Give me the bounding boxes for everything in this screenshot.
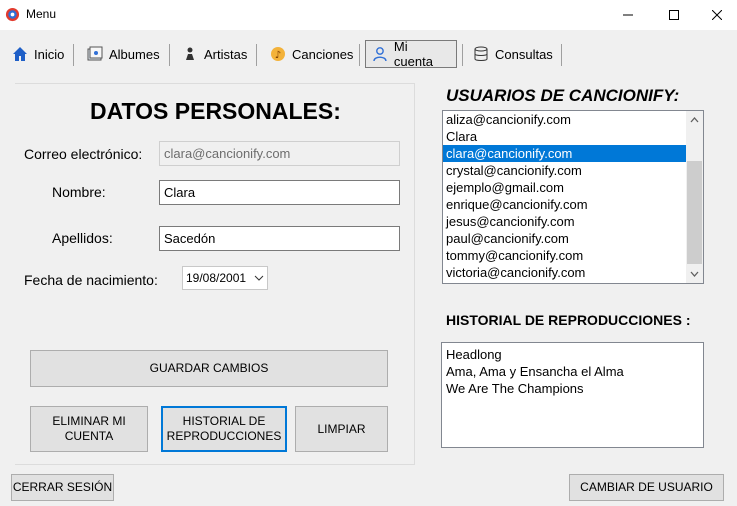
user-icon	[373, 47, 387, 62]
app-logo-icon	[5, 7, 20, 22]
list-item[interactable]: clara@cancionify.com	[443, 145, 703, 162]
list-item[interactable]: Headlong	[446, 346, 699, 363]
toolbar-divider	[73, 44, 74, 66]
surname-field[interactable]: Sacedón	[159, 226, 400, 251]
name-label: Nombre:	[52, 184, 106, 200]
close-icon	[712, 10, 722, 20]
logout-button[interactable]: CERRAR SESIÓN	[11, 474, 114, 501]
list-item[interactable]: Clara	[443, 128, 703, 145]
save-changes-label: GUARDAR CAMBIOS	[149, 361, 269, 375]
surname-label: Apellidos:	[52, 230, 113, 246]
delete-account-label-line2: CUENTA	[64, 429, 114, 443]
song-icon: ♪	[271, 47, 285, 61]
tab-canciones[interactable]: ♪ Canciones	[270, 40, 353, 68]
list-item[interactable]: tommy@cancionify.com	[443, 247, 703, 264]
minimize-icon	[623, 14, 633, 16]
history-list: Headlong Ama, Ama y Ensancha el Alma We Ar…	[446, 346, 699, 397]
history-listbox[interactable]: Headlong Ama, Ama y Ensancha el Alma We Ar…	[441, 342, 704, 448]
logout-label: CERRAR SESIÓN	[12, 480, 113, 494]
list-item[interactable]: paul@cancionify.com	[443, 230, 703, 247]
svg-text:♪: ♪	[275, 50, 281, 61]
list-item[interactable]: crystal@cancionify.com	[443, 162, 703, 179]
maximize-icon	[669, 10, 679, 20]
list-item[interactable]: jesus@cancionify.com	[443, 213, 703, 230]
list-item[interactable]: Ama, Ama y Ensancha el Alma	[446, 363, 699, 380]
tab-label: Albumes	[109, 46, 160, 62]
playback-history-button[interactable]: HISTORIAL DE REPRODUCCIONES	[161, 406, 287, 452]
maximize-button[interactable]	[651, 0, 697, 30]
tab-label: Consultas	[495, 46, 553, 62]
personal-data-heading: DATOS PERSONALES:	[90, 98, 341, 124]
home-icon	[13, 47, 27, 61]
birthdate-picker[interactable]: 19/08/2001	[182, 266, 268, 290]
minimize-button[interactable]	[605, 0, 651, 30]
users-listbox[interactable]: aliza@cancionify.com Clara clara@cancionif…	[442, 110, 704, 284]
tab-inicio[interactable]: Inicio	[12, 40, 64, 68]
delete-account-button[interactable]: ELIMINAR MI CUENTA	[30, 406, 148, 452]
album-icon	[87, 46, 103, 61]
users-list: aliza@cancionify.com Clara clara@cancionif…	[443, 111, 703, 281]
tab-mi-cuenta[interactable]: Mi cuenta	[365, 39, 457, 69]
toolbar: Inicio Albumes Artistas ♪ Canciones Mi c…	[0, 38, 737, 70]
switch-user-button[interactable]: CAMBIAR DE USUARIO	[569, 474, 724, 501]
delete-account-label-line1: ELIMINAR MI	[52, 414, 126, 428]
list-item[interactable]: enrique@cancionify.com	[443, 196, 703, 213]
toolbar-divider	[561, 44, 562, 66]
artist-icon	[186, 47, 194, 60]
scroll-up-icon[interactable]	[686, 113, 703, 127]
list-item[interactable]: ejemplo@gmail.com	[443, 179, 703, 196]
tab-label: Inicio	[34, 46, 65, 62]
switch-user-label: CAMBIAR DE USUARIO	[580, 480, 713, 494]
tab-label: Artistas	[204, 46, 248, 62]
tab-artistas[interactable]: Artistas	[182, 40, 247, 68]
toolbar-divider	[359, 44, 360, 66]
query-icon	[474, 46, 488, 61]
tab-consultas[interactable]: Consultas	[473, 40, 553, 68]
history-heading: HISTORIAL DE REPRODUCCIONES :	[446, 312, 691, 328]
clear-label: LIMPIAR	[317, 421, 366, 436]
list-item[interactable]: We Are The Champions	[446, 380, 699, 397]
toolbar-divider	[169, 44, 170, 66]
playback-history-label-line2: REPRODUCCIONES	[166, 429, 282, 443]
window-title: Menu	[26, 7, 57, 21]
tab-albumes[interactable]: Albumes	[87, 40, 160, 68]
toolbar-divider	[256, 44, 257, 66]
scrollbar-thumb[interactable]	[687, 161, 702, 264]
list-item[interactable]: victoria@cancionify.com	[443, 264, 703, 281]
email-field: clara@cancionify.com	[159, 141, 400, 166]
tab-label: Canciones	[292, 46, 354, 62]
users-heading: USUARIOS DE CANCIONIFY:	[446, 86, 680, 105]
clear-button[interactable]: LIMPIAR	[295, 406, 388, 452]
name-field[interactable]: Clara	[159, 180, 400, 205]
list-item[interactable]: aliza@cancionify.com	[443, 111, 703, 128]
email-label: Correo electrónico:	[24, 146, 143, 162]
toolbar-divider	[462, 44, 463, 66]
scroll-down-icon[interactable]	[686, 267, 703, 281]
chevron-down-icon	[254, 275, 264, 281]
birthdate-label: Fecha de nacimiento:	[24, 272, 158, 288]
tab-label: Mi cuenta	[393, 39, 433, 69]
birthdate-value: 19/08/2001	[186, 271, 247, 285]
close-button[interactable]	[697, 0, 737, 30]
playback-history-label-line1: HISTORIAL DE	[182, 414, 266, 428]
title-bar: Menu	[0, 0, 737, 30]
save-changes-button[interactable]: GUARDAR CAMBIOS	[30, 350, 388, 387]
users-scrollbar[interactable]	[686, 111, 703, 283]
